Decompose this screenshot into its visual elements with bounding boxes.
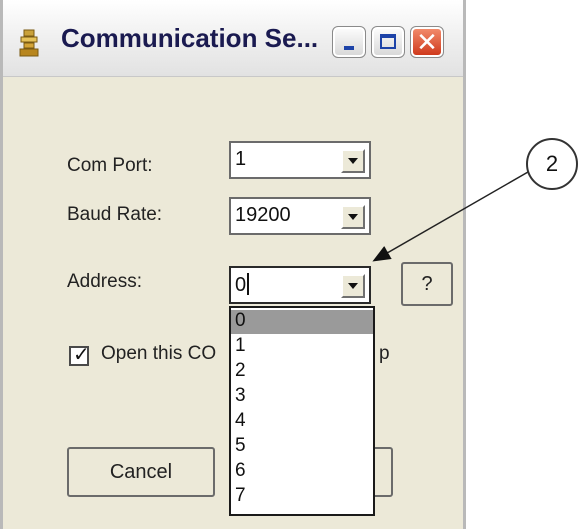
address-value: 0 — [235, 273, 250, 297]
address-select[interactable]: 0 — [229, 266, 371, 304]
minimize-button[interactable] — [332, 26, 366, 58]
maximize-icon — [380, 34, 396, 49]
dropdown-option[interactable]: 1 — [231, 335, 373, 359]
open-com-checkbox-label-end[interactable]: p — [379, 343, 390, 365]
baud-rate-select[interactable]: 19200 — [229, 197, 371, 235]
checkmark-icon: ✓ — [73, 344, 90, 366]
dropdown-option[interactable]: 0 — [231, 310, 373, 334]
com-port-label: Com Port: — [67, 155, 153, 176]
address-value-text: 0 — [235, 274, 247, 296]
dropdown-option[interactable]: 2 — [231, 360, 373, 384]
window-title: Communication Se... — [61, 23, 319, 53]
dropdown-option[interactable]: 4 — [231, 410, 373, 434]
help-button[interactable]: ? — [401, 262, 453, 306]
address-dropdown-list[interactable]: 01234567 — [229, 306, 375, 516]
title-bar[interactable]: Communication Se... ✕ — [3, 0, 463, 77]
baud-rate-value: 19200 — [235, 204, 291, 226]
communication-settings-window: Communication Se... ✕ Com Port: 1 Baud R… — [0, 0, 466, 529]
dropdown-option[interactable]: 7 — [231, 485, 373, 509]
dropdown-option[interactable]: 3 — [231, 385, 373, 409]
dropdown-option[interactable]: 6 — [231, 460, 373, 484]
chevron-down-icon[interactable] — [341, 274, 365, 298]
chevron-down-icon[interactable] — [341, 205, 365, 229]
maximize-button[interactable] — [371, 26, 405, 58]
open-com-checkbox-label[interactable]: Open this CO — [101, 343, 216, 365]
com-port-select[interactable]: 1 — [229, 141, 371, 179]
serial-port-icon — [19, 29, 39, 57]
close-icon: ✕ — [416, 27, 438, 57]
close-button[interactable]: ✕ — [410, 26, 444, 58]
chevron-down-icon[interactable] — [341, 149, 365, 173]
screenshot-stage: Communication Se... ✕ Com Port: 1 Baud R… — [0, 0, 578, 529]
dropdown-option[interactable]: 5 — [231, 435, 373, 459]
address-label: Address: — [67, 271, 142, 292]
callout-number: 2 — [526, 138, 578, 190]
minimize-icon — [344, 46, 354, 50]
com-port-value: 1 — [235, 148, 247, 170]
open-com-checkbox[interactable]: ✓ — [69, 344, 90, 366]
text-caret — [247, 273, 250, 295]
cancel-button[interactable]: Cancel — [67, 447, 215, 497]
baud-rate-label: Baud Rate: — [67, 204, 163, 225]
